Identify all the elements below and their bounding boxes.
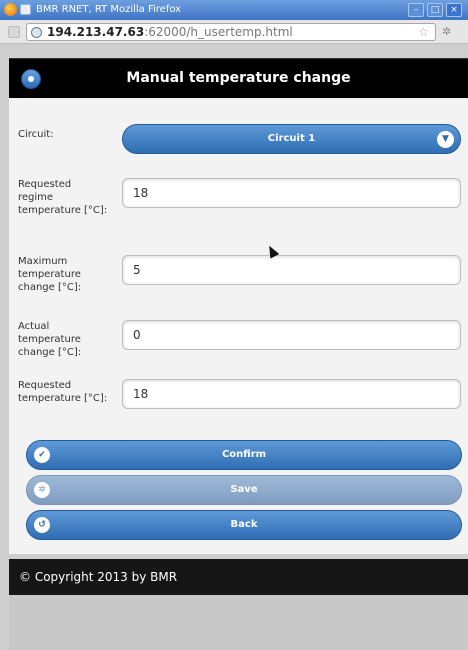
back-button[interactable]: ↺ Back	[26, 510, 462, 540]
copyright-text: © Copyright 2013 by BMR	[19, 570, 178, 584]
close-window-button[interactable]: ×	[446, 3, 462, 17]
circuit-label: Circuit:	[18, 129, 54, 140]
actual-change-input[interactable]	[122, 320, 461, 350]
back-arrow-icon: ↺	[34, 517, 50, 533]
back-button-label: Back	[230, 519, 258, 530]
minimize-button[interactable]: –	[408, 3, 424, 17]
page-header: Manual temperature change	[9, 58, 468, 98]
extension-icon[interactable]: ✲	[442, 25, 451, 38]
window-title: BMR RNET, RT Mozilla Firefox	[36, 4, 182, 15]
url-host: 194.213.47.63	[47, 25, 145, 39]
confirm-button-label: Confirm	[221, 449, 267, 460]
address-bar[interactable]: 194.213.47.63:62000/h_usertemp.html ☆	[26, 23, 436, 41]
bookmark-star-icon[interactable]: ☆	[418, 25, 429, 39]
window-title-bar: BMR RNET, RT Mozilla Firefox – □ ×	[0, 0, 468, 20]
actual-change-label: Actual temperature change [°C]:	[18, 321, 82, 358]
max-change-input[interactable]	[122, 255, 461, 285]
empty-area	[9, 595, 468, 650]
requested-temp-input[interactable]	[122, 379, 461, 409]
circuit-select-value: Circuit 1	[267, 133, 316, 144]
navigation-bar: 194.213.47.63:62000/h_usertemp.html ☆ ✲	[0, 20, 468, 44]
firefox-logo-icon	[4, 3, 17, 16]
url-path: :62000/h_usertemp.html	[144, 25, 293, 39]
site-identity-icon[interactable]	[31, 27, 42, 38]
circuit-select[interactable]: Circuit 1 ▼	[122, 124, 461, 154]
requested-regime-input[interactable]	[122, 178, 461, 208]
chevron-down-icon: ▼	[437, 131, 454, 148]
confirm-button[interactable]: ✔ Confirm	[26, 440, 462, 470]
form-content: Circuit: Circuit 1 ▼ Requested regime te…	[9, 98, 468, 554]
gear-icon: ✲	[34, 482, 50, 498]
page-footer: © Copyright 2013 by BMR	[9, 559, 468, 595]
back-arrow-icon[interactable]	[8, 26, 20, 38]
maximize-button[interactable]: □	[427, 3, 443, 17]
page-favicon-icon	[20, 4, 31, 15]
max-change-label: Maximum temperature change [°C]:	[18, 256, 82, 293]
requested-regime-label: Requested regime temperature [°C]:	[18, 179, 108, 216]
save-button-label: Save	[230, 484, 258, 495]
page-title: Manual temperature change	[126, 70, 351, 86]
requested-temp-label: Requested temperature [°C]:	[18, 380, 108, 404]
save-button[interactable]: ✲ Save	[26, 475, 462, 505]
check-icon: ✔	[34, 447, 50, 463]
